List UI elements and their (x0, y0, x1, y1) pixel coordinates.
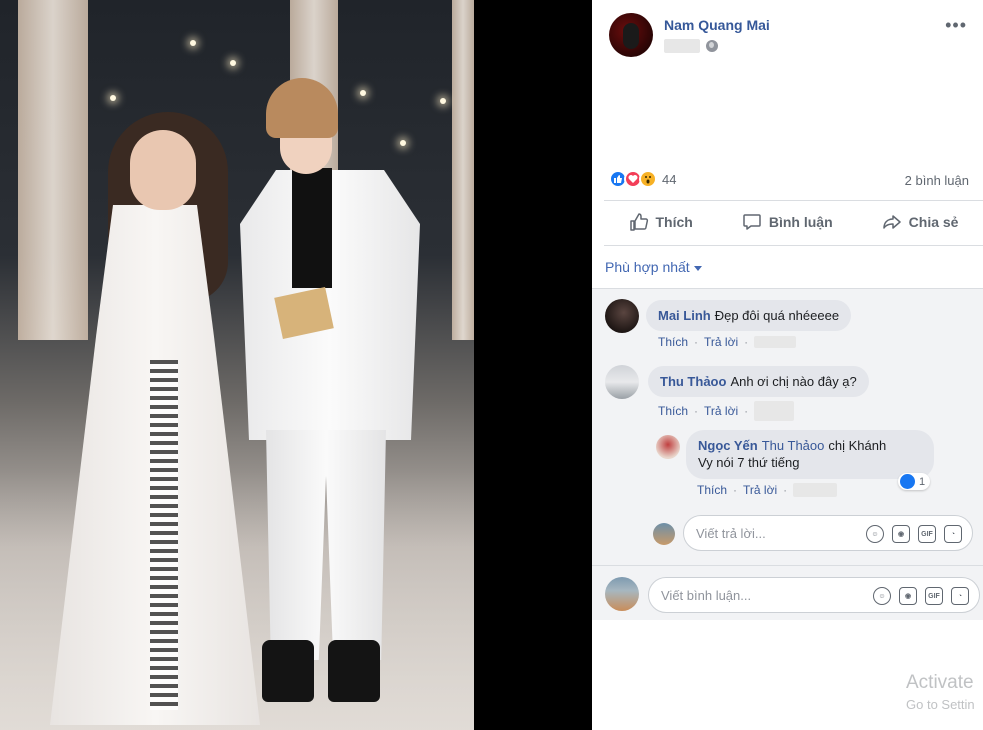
photo-light (230, 60, 236, 66)
camera-icon[interactable]: ◉ (892, 525, 910, 543)
comment-reply-link[interactable]: Trả lời (704, 335, 738, 349)
comment-button-label: Bình luận (768, 214, 833, 230)
comment-bubble: Thu Thảoo Anh ơi chị nào đây ạ? (648, 366, 869, 397)
comment-like-link[interactable]: Thích (658, 404, 688, 418)
photo-woman-face (130, 130, 196, 210)
post-timestamp-blurred[interactable] (664, 39, 700, 53)
photo-pillar (452, 0, 474, 340)
photo-light (400, 140, 406, 146)
comments-section: Mai Linh Đẹp đôi quá nhéeeee Thích · Trả … (592, 288, 983, 620)
photo-boot (262, 640, 314, 702)
commenter-name[interactable]: Thu Thảoo (660, 374, 726, 389)
comment-icon (743, 214, 761, 230)
camera-icon[interactable]: ◉ (899, 587, 917, 605)
photo-turtleneck (292, 168, 332, 288)
share-button-label: Chia sẻ (908, 214, 959, 230)
sticker-icon[interactable]: ◔ (944, 525, 962, 543)
commenter-avatar[interactable] (605, 365, 639, 399)
sticker-icon[interactable]: ◔ (951, 587, 969, 605)
comment-text: Anh ơi chị nào đây ạ? (730, 374, 857, 389)
post-header: Nam Quang Mai ••• (609, 13, 983, 61)
author-avatar[interactable] (609, 13, 653, 57)
reply-like-link[interactable]: Thích (697, 483, 727, 497)
globe-icon[interactable] (706, 40, 718, 52)
photo-dress-trim (150, 360, 178, 710)
reaction-count: 44 (662, 171, 677, 187)
comment-timestamp-blurred[interactable] (754, 336, 797, 348)
comment-input-tools: ☺ ◉ GIF ◔ (873, 587, 969, 605)
comment-count[interactable]: 2 bình luận (905, 173, 969, 188)
current-user-avatar (653, 523, 675, 545)
post-panel: Nam Quang Mai ••• 44 2 bình luận Thích B… (592, 0, 983, 730)
comment-actions: Thích · Trả lời · (658, 401, 795, 421)
photo-light (440, 98, 446, 104)
comment-like-link[interactable]: Thích (658, 335, 688, 349)
photo-boot (328, 640, 380, 702)
divider (592, 565, 983, 566)
watermark-line2: Go to Settin (906, 697, 975, 712)
replier-avatar[interactable] (656, 435, 680, 459)
reply-input-placeholder: Viết trả lời... (696, 526, 766, 541)
current-user-avatar (605, 577, 639, 611)
comment-text: Đẹp đôi quá nhéeeee (714, 308, 840, 323)
share-icon (882, 215, 901, 229)
photo-pane (0, 0, 592, 730)
gif-icon[interactable]: GIF (918, 525, 936, 543)
wow-reaction-icon (639, 170, 657, 188)
reply-tagged-user[interactable]: Thu Thảoo (762, 438, 825, 453)
gif-icon[interactable]: GIF (925, 587, 943, 605)
comment-timestamp-blurred[interactable] (754, 401, 795, 421)
reply-text-line2: Vy nói 7 thứ tiếng (698, 455, 800, 470)
activation-watermark: Activate Go to Settin (906, 672, 975, 712)
comment-filter-dropdown[interactable]: Phù hợp nhất (605, 259, 702, 275)
comment-input[interactable]: Viết bình luận... ☺ ◉ GIF ◔ (648, 577, 980, 613)
thumbs-up-icon (629, 213, 648, 231)
like-button-label: Thích (655, 214, 693, 230)
commenter-avatar[interactable] (605, 299, 639, 333)
watermark-line1: Activate (906, 672, 974, 693)
reply-input[interactable]: Viết trả lời... ☺ ◉ GIF ◔ (683, 515, 973, 551)
reply-timestamp-blurred[interactable] (793, 483, 838, 497)
commenter-name[interactable]: Mai Linh (658, 308, 711, 323)
divider (604, 245, 983, 246)
comment-input-placeholder: Viết bình luận... (661, 588, 752, 603)
share-button[interactable]: Chia sẻ (882, 212, 959, 232)
comment-filter-label: Phù hợp nhất (605, 259, 690, 275)
post-photo[interactable] (0, 0, 474, 730)
reply-like-count: 1 (919, 475, 926, 488)
author-name[interactable]: Nam Quang Mai (664, 17, 770, 33)
photo-light (360, 90, 366, 96)
like-reaction-icon (900, 474, 915, 489)
post-meta (664, 39, 718, 53)
reply-input-tools: ☺ ◉ GIF ◔ (866, 525, 962, 543)
reply-text-line1: chị Khánh (828, 438, 887, 453)
like-button[interactable]: Thích (629, 212, 693, 232)
emoji-icon[interactable]: ☺ (866, 525, 884, 543)
reaction-summary[interactable]: 44 (609, 170, 676, 188)
emoji-icon[interactable]: ☺ (873, 587, 891, 605)
facebook-photo-viewer: Nam Quang Mai ••• 44 2 bình luận Thích B… (0, 0, 983, 730)
comment-actions: Thích · Trả lời · (658, 335, 797, 349)
photo-pillar (18, 0, 88, 340)
more-options-icon[interactable]: ••• (945, 16, 967, 34)
photo-light (110, 95, 116, 101)
comment-bubble: Mai Linh Đẹp đôi quá nhéeeee (646, 300, 852, 331)
comment-reply-link[interactable]: Trả lời (704, 404, 738, 418)
photo-light (190, 40, 196, 46)
reply-actions: Thích · Trả lời · (697, 483, 838, 497)
chevron-down-icon (693, 265, 702, 271)
replier-name[interactable]: Ngọc Yến (698, 438, 758, 453)
reply-bubble: Ngọc Yến Thu Thảoo chị Khánh Vy nói 7 thứ … (686, 430, 934, 479)
reply-reply-link[interactable]: Trả lời (743, 483, 777, 497)
comment-button[interactable]: Bình luận (742, 212, 833, 232)
reply-like-badge[interactable]: 1 (898, 473, 931, 490)
post-actions: Thích Bình luận Chia sẻ (604, 200, 983, 244)
